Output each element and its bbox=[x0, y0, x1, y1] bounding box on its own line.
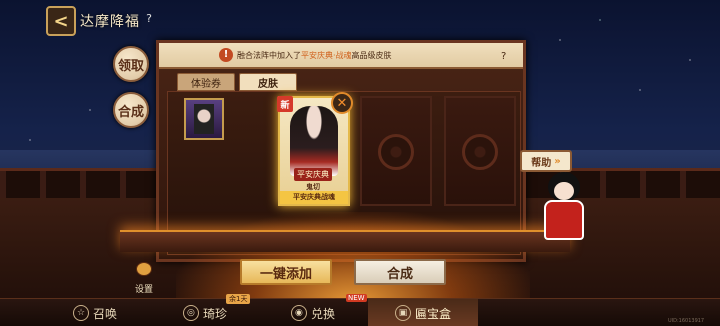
notice-text: 融合法阵中加入了平安庆典·战魂高品级皮肤 bbox=[237, 50, 392, 61]
fire-glow bbox=[176, 212, 530, 304]
summon-icon: ☆ bbox=[72, 305, 89, 321]
empty-slot[interactable] bbox=[444, 96, 516, 206]
nav-label: 兑换 bbox=[310, 306, 335, 321]
treasure-icon: ◎ bbox=[182, 305, 199, 321]
notice-help-icon[interactable]: ? bbox=[501, 51, 506, 62]
add-all-button[interactable]: 一键添加 bbox=[240, 259, 332, 285]
character-portrait bbox=[194, 104, 214, 134]
new-badge: 新 bbox=[277, 96, 293, 112]
tab-skin[interactable]: 皮肤 bbox=[239, 73, 297, 91]
exchange-icon: ◉ bbox=[290, 305, 307, 321]
emblem-icon bbox=[378, 134, 414, 170]
daruma-icon bbox=[136, 262, 152, 276]
remove-icon[interactable]: ✕ bbox=[331, 92, 353, 114]
character-face bbox=[554, 182, 574, 200]
claim-button[interactable]: 领取 bbox=[113, 46, 149, 82]
bottom-nav: ☆ 召唤 ◎ 琦珍 ◉ 兑换 ▣ 匾宝盒 bbox=[0, 298, 720, 326]
double-chevron-icon: » bbox=[554, 155, 561, 167]
nav-summon[interactable]: ☆ 召唤 bbox=[40, 299, 150, 326]
selected-skin-card[interactable]: 新 ✕ 平安庆典 鬼切 平安庆典战魂 bbox=[277, 92, 353, 206]
time-remaining-badge: 余1天 bbox=[226, 294, 251, 304]
empty-slot[interactable] bbox=[360, 96, 432, 206]
new-badge: NEW bbox=[346, 294, 367, 302]
notice-highlight: 平安庆典·战魂 bbox=[301, 51, 352, 60]
notice-suffix: 高品级皮肤 bbox=[351, 51, 392, 60]
tab-trial-ticket[interactable]: 体验券 bbox=[177, 73, 235, 91]
header-help-icon[interactable]: ? bbox=[142, 12, 156, 26]
card-skin-name: 平安庆典战魂 bbox=[280, 191, 348, 204]
help-label: 帮助 bbox=[531, 157, 552, 169]
notice-bar: ! 融合法阵中加入了平安庆典·战魂高品级皮肤 ? bbox=[159, 43, 523, 69]
box-icon: ▣ bbox=[394, 305, 411, 321]
nav-label: 召唤 bbox=[92, 306, 117, 321]
skin-thumbnail[interactable] bbox=[184, 98, 224, 140]
combine-side-button[interactable]: 合成 bbox=[113, 92, 149, 128]
page-title: 达摩降福 bbox=[80, 14, 140, 30]
character-body bbox=[544, 200, 584, 240]
card-theme-label: 平安庆典 bbox=[294, 168, 332, 181]
help-button[interactable]: 帮助 » bbox=[520, 150, 572, 172]
character-art bbox=[290, 106, 338, 176]
uid-label: UID:16013917 bbox=[668, 318, 705, 324]
nav-treasure-box[interactable]: ▣ 匾宝盒 bbox=[368, 299, 478, 326]
emblem-icon bbox=[462, 134, 498, 170]
altar-ledge bbox=[120, 230, 570, 252]
combine-button[interactable]: 合成 bbox=[354, 259, 446, 285]
alert-icon: ! bbox=[219, 48, 233, 62]
nav-label: 琦珍 bbox=[202, 306, 227, 321]
notice-prefix: 融合法阵中加入了 bbox=[237, 51, 301, 60]
helper-character[interactable] bbox=[540, 172, 588, 246]
nav-label: 匾宝盒 bbox=[414, 306, 451, 321]
back-button[interactable]: < bbox=[46, 6, 76, 36]
fusion-board: ! 融合法阵中加入了平安庆典·战魂高品级皮肤 ? 体验券 皮肤 新 ✕ 平安庆典… bbox=[156, 40, 530, 304]
nav-exchange[interactable]: ◉ 兑换 bbox=[258, 299, 368, 326]
settings-label: 设置 bbox=[135, 285, 154, 295]
